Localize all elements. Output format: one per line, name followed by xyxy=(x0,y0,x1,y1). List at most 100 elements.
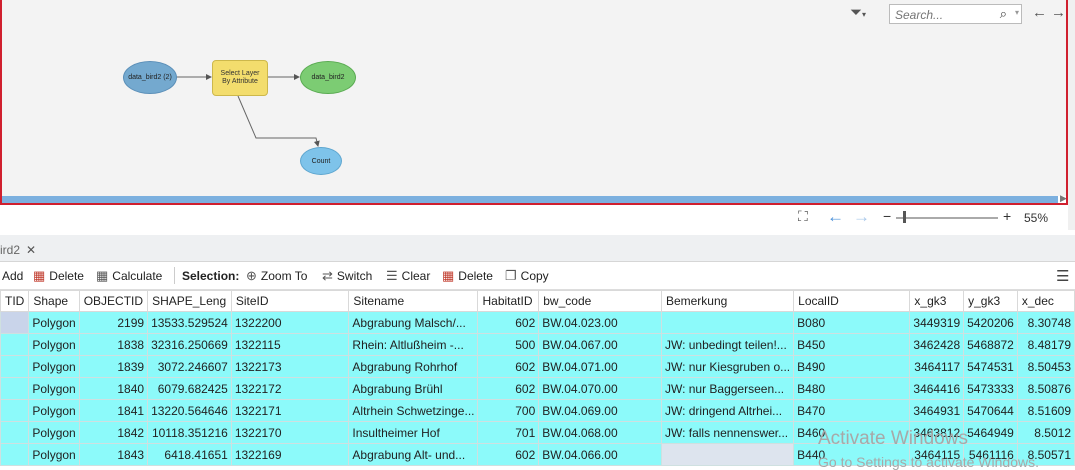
close-icon[interactable]: ✕ xyxy=(26,243,36,257)
table-cell[interactable] xyxy=(660,311,795,334)
table-cell[interactable]: 6418.41651 xyxy=(147,443,232,466)
table-cell[interactable]: Polygon xyxy=(28,399,80,422)
table-cell[interactable]: 602 xyxy=(477,443,540,466)
table-cell[interactable]: B470 xyxy=(793,399,911,422)
row-header-cell[interactable] xyxy=(0,399,30,422)
table-cell[interactable]: BW.04.068.00 xyxy=(538,421,662,444)
table-cell[interactable]: JW: unbedingt teilen!... xyxy=(660,333,795,356)
table-cell[interactable]: BW.04.067.00 xyxy=(538,333,662,356)
table-cell[interactable]: BW.04.069.00 xyxy=(538,399,662,422)
table-cell[interactable]: BW.04.071.00 xyxy=(538,355,662,378)
row-header-cell[interactable] xyxy=(0,377,30,400)
table-cell[interactable]: BW.04.070.00 xyxy=(538,377,662,400)
table-cell[interactable]: 8.50453 xyxy=(1016,355,1075,378)
table-cell[interactable]: Altrhein Schwetzinge... xyxy=(348,399,479,422)
table-cell[interactable]: Polygon xyxy=(28,377,80,400)
back-arrow-icon[interactable]: ← xyxy=(1032,4,1047,21)
table-cell[interactable]: 3449319 xyxy=(909,311,965,334)
search-box[interactable]: ⌕ ▾ xyxy=(889,4,1022,24)
column-header[interactable]: Sitename xyxy=(348,290,479,312)
zoom-in-icon[interactable]: + xyxy=(1003,208,1011,224)
table-cell[interactable]: Abgrabung Rohrhof xyxy=(348,355,479,378)
table-cell[interactable]: 500 xyxy=(477,333,540,356)
table-row[interactable]: Polygon 1838 32316.250669 1322115 Rhein: Alt… xyxy=(0,333,1075,356)
table-row[interactable]: Polygon 1840 6079.682425 1322172 Abgrabung B… xyxy=(0,377,1075,400)
table-cell[interactable]: B450 xyxy=(793,333,911,356)
table-cell[interactable]: 1843 xyxy=(78,443,149,466)
table-row[interactable]: Polygon 2199 13533.529524 1322200 Abgrabung … xyxy=(0,311,1075,334)
table-cell[interactable]: BW.04.023.00 xyxy=(538,311,662,334)
delete-field-button[interactable]: ▦ Delete xyxy=(33,262,84,289)
table-cell[interactable]: Insultheimer Hof xyxy=(348,421,479,444)
switch-selection-button[interactable]: ⇄ Switch xyxy=(322,262,372,289)
table-cell[interactable]: 1838 xyxy=(78,333,149,356)
table-cell[interactable]: 6079.682425 xyxy=(147,377,232,400)
table-cell[interactable]: 8.51609 xyxy=(1016,399,1075,422)
zoom-slider-thumb[interactable] xyxy=(903,211,906,223)
table-cell[interactable]: 1322172 xyxy=(230,377,350,400)
column-header[interactable]: x_gk3 xyxy=(909,290,965,312)
output-node[interactable]: data_bird2 xyxy=(300,61,356,94)
search-icon[interactable]: ⌕ xyxy=(1000,6,1007,22)
forward-arrow-icon[interactable]: → xyxy=(1051,4,1066,21)
column-header[interactable]: x_dec xyxy=(1016,290,1075,312)
table-cell[interactable]: 5473333 xyxy=(963,377,1018,400)
column-header[interactable]: HabitatID xyxy=(477,290,540,312)
table-cell[interactable]: 1842 xyxy=(78,421,149,444)
clear-selection-button[interactable]: ☰ Clear xyxy=(386,262,430,289)
horizontal-scrollbar[interactable] xyxy=(0,196,1058,203)
table-cell[interactable]: 3464416 xyxy=(909,377,965,400)
search-input[interactable] xyxy=(893,6,992,24)
table-cell[interactable]: 1840 xyxy=(78,377,149,400)
table-cell[interactable]: 5470644 xyxy=(963,399,1018,422)
table-cell[interactable]: 5468872 xyxy=(963,333,1018,356)
input-node[interactable]: data_bird2 (2) xyxy=(123,61,177,94)
zoom-out-icon[interactable]: − xyxy=(883,208,891,224)
table-cell[interactable]: 1322171 xyxy=(230,399,350,422)
table-cell[interactable]: 1322169 xyxy=(230,443,350,466)
table-cell[interactable]: Abgrabung Alt- und... xyxy=(348,443,479,466)
menu-icon[interactable]: ☰ xyxy=(1056,267,1069,285)
table-cell[interactable]: BW.04.066.00 xyxy=(538,443,662,466)
row-header-cell[interactable] xyxy=(0,355,30,378)
table-cell[interactable]: 1322170 xyxy=(230,421,350,444)
search-dropdown-icon[interactable]: ▾ xyxy=(1015,8,1019,17)
table-cell[interactable]: JW: falls nennenswer... xyxy=(660,421,795,444)
table-cell[interactable]: B080 xyxy=(793,311,911,334)
column-header[interactable]: bw_code xyxy=(538,290,662,312)
table-cell[interactable]: JW: dringend Altrhei... xyxy=(660,399,795,422)
table-cell[interactable]: B480 xyxy=(793,377,911,400)
table-cell[interactable]: 602 xyxy=(477,311,540,334)
table-cell[interactable]: B490 xyxy=(793,355,911,378)
row-header-cell[interactable] xyxy=(0,421,30,444)
table-row[interactable]: Polygon 1841 13220.564646 1322171 Altrhein S… xyxy=(0,399,1075,422)
table-cell[interactable] xyxy=(660,443,795,466)
table-row[interactable]: Polygon 1839 3072.246607 1322173 Abgrabung R… xyxy=(0,355,1075,378)
table-cell[interactable]: 602 xyxy=(477,355,540,378)
row-header-cell[interactable] xyxy=(0,443,30,466)
table-cell[interactable]: Abgrabung Brühl xyxy=(348,377,479,400)
table-cell[interactable]: 5420206 xyxy=(963,311,1018,334)
zoom-slider-track[interactable] xyxy=(896,217,998,219)
table-cell[interactable]: 10118.351216 xyxy=(147,421,232,444)
table-cell[interactable]: 1839 xyxy=(78,355,149,378)
table-cell[interactable]: 3072.246607 xyxy=(147,355,232,378)
filter-icon[interactable]: ⏷▾ xyxy=(850,4,876,24)
table-cell[interactable]: 5464949 xyxy=(963,421,1018,444)
table-cell[interactable]: 3464931 xyxy=(909,399,965,422)
column-header[interactable]: SiteID xyxy=(230,290,350,312)
table-cell[interactable]: JW: nur Kiesgruben o... xyxy=(660,355,795,378)
column-header[interactable]: TID xyxy=(0,290,30,312)
delete-selection-button[interactable]: ▦ Delete xyxy=(442,262,493,289)
table-cell[interactable]: 13220.564646 xyxy=(147,399,232,422)
table-cell[interactable]: 8.50876 xyxy=(1016,377,1075,400)
table-cell[interactable]: 602 xyxy=(477,377,540,400)
vertical-scrollbar[interactable] xyxy=(1068,0,1075,230)
zoom-to-button[interactable]: ⊕ Zoom To xyxy=(246,262,307,289)
table-cell[interactable]: Polygon xyxy=(28,333,80,356)
table-cell[interactable]: 1841 xyxy=(78,399,149,422)
table-cell[interactable]: JW: nur Baggerseen... xyxy=(660,377,795,400)
navigate-forward-icon[interactable]: → xyxy=(853,207,870,227)
table-cell[interactable]: Polygon xyxy=(28,443,80,466)
model-canvas[interactable]: data_bird2 (2) Select Layer By Attribute… xyxy=(0,0,1066,196)
